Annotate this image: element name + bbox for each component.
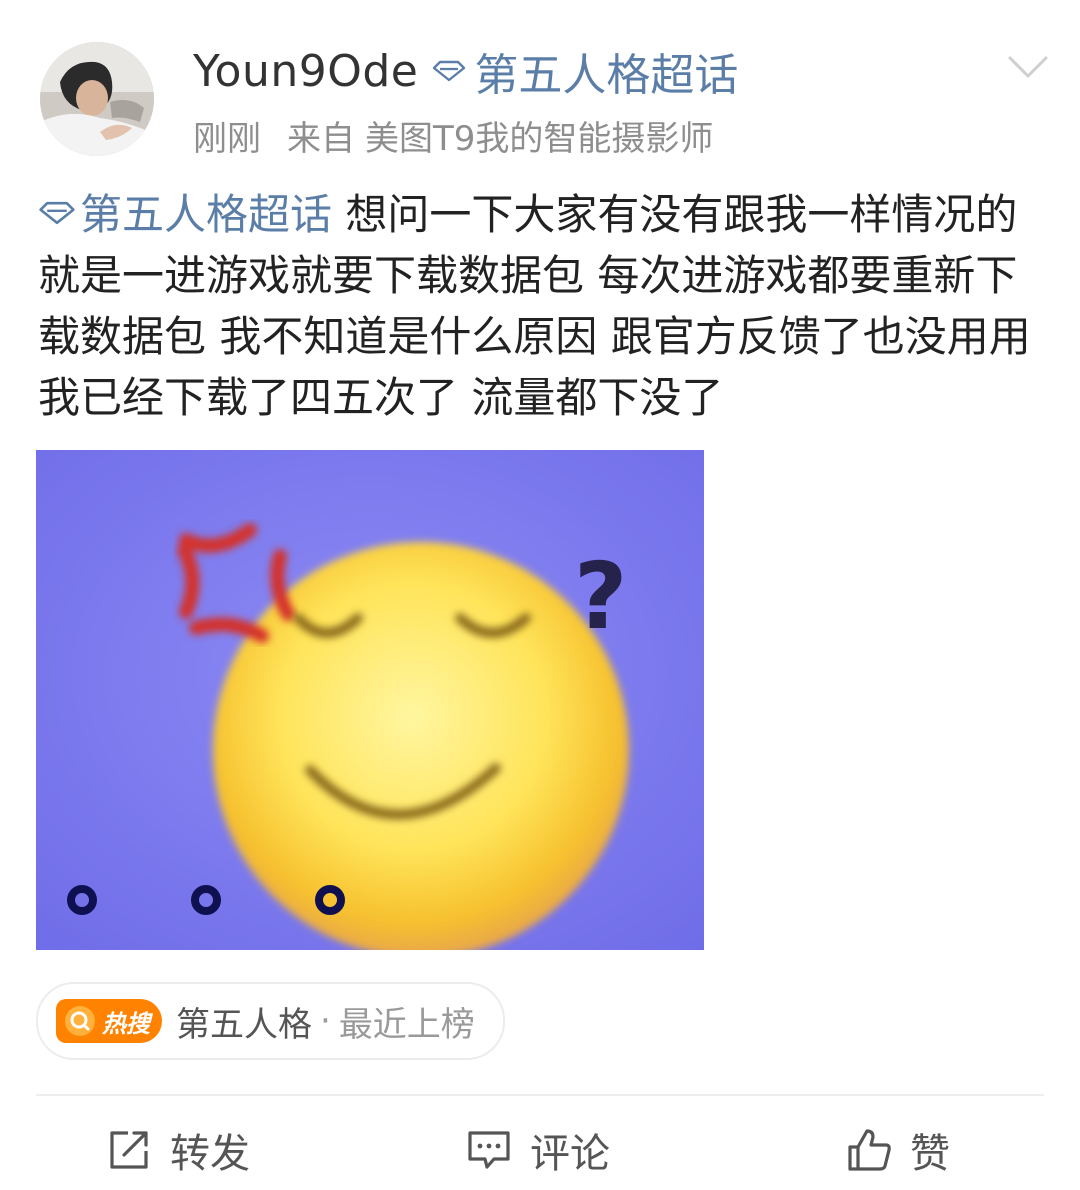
avatar[interactable] bbox=[40, 42, 154, 156]
repost-button[interactable]: 转发 bbox=[106, 1122, 250, 1178]
super-topic-diamond-icon bbox=[39, 201, 75, 225]
comment-button[interactable]: 评论 bbox=[466, 1122, 610, 1178]
repost-label: 转发 bbox=[170, 1131, 250, 1177]
post-body: 第五人格超话 想问一下大家有没有跟我一样情况的 就是一进游戏就要下载数据包 每次… bbox=[38, 184, 1048, 428]
hot-search-topic: 第五人格 bbox=[176, 1004, 312, 1045]
svg-text:?: ? bbox=[574, 543, 627, 650]
comment-icon bbox=[468, 1131, 510, 1169]
thumbs-up-icon bbox=[848, 1129, 891, 1171]
source-device[interactable]: 美图T9我的智能摄影师 bbox=[365, 111, 713, 160]
hot-search-label-pill: 热搜 bbox=[56, 999, 162, 1043]
super-topic-diamond-icon bbox=[433, 60, 466, 82]
post-topic-tag-label: 第五人格超话 bbox=[80, 190, 333, 239]
angry-smiley-sticker-icon: ? bbox=[36, 450, 704, 950]
hot-search-status: 最近上榜 bbox=[338, 1004, 475, 1045]
like-button[interactable]: 赞 bbox=[846, 1122, 950, 1178]
post-image[interactable]: ? bbox=[36, 450, 704, 950]
super-topic-name: 第五人格超话 bbox=[474, 50, 739, 101]
hot-search-badge[interactable]: 热搜 第五人格 · 最近上榜 bbox=[36, 982, 505, 1060]
like-label: 赞 bbox=[910, 1131, 950, 1177]
post-time: 刚刚 bbox=[193, 118, 261, 159]
username[interactable]: Youn9Ode bbox=[193, 46, 418, 97]
divider bbox=[36, 1094, 1044, 1096]
post-header: Youn9Ode 第五人格超话 bbox=[193, 40, 738, 102]
avatar-photo-icon bbox=[40, 42, 154, 156]
hot-search-separator: · bbox=[320, 1001, 331, 1041]
search-icon bbox=[65, 1006, 95, 1036]
chevron-down-icon[interactable] bbox=[1006, 52, 1050, 82]
hot-search-label: 热搜 bbox=[102, 1009, 150, 1038]
post-meta: 刚刚 来自 美图T9我的智能摄影师 bbox=[193, 110, 713, 160]
post-topic-tag[interactable]: 第五人格超话 bbox=[38, 190, 332, 239]
comment-label: 评论 bbox=[530, 1131, 610, 1177]
repost-icon bbox=[110, 1131, 148, 1169]
source-prefix: 来自 bbox=[287, 118, 355, 159]
super-topic-link[interactable]: 第五人格超话 bbox=[432, 39, 738, 103]
